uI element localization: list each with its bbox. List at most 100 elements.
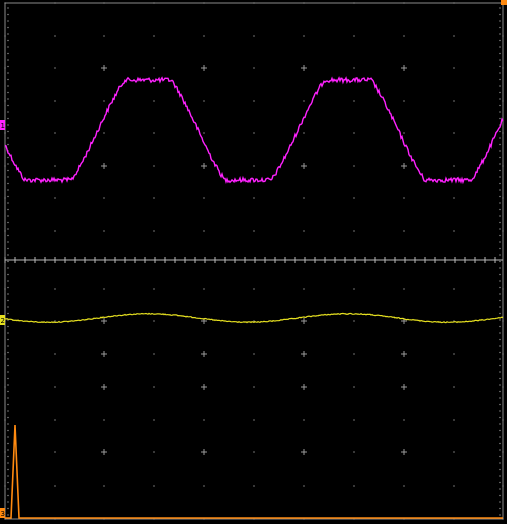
grid-dot: [153, 451, 155, 453]
grid-dot: [353, 132, 355, 134]
grid-dot: [499, 26, 501, 29]
grid-dot: [7, 462, 9, 464]
grid-dot: [54, 165, 56, 167]
grid-dot: [7, 208, 9, 211]
grid-dot: [499, 111, 501, 113]
grid-dot: [499, 65, 501, 68]
grid-dot: [7, 501, 9, 503]
grid-dot: [7, 390, 9, 393]
grid-dot: [7, 176, 9, 178]
grid-dot: [7, 241, 9, 243]
grid-dot: [453, 67, 455, 69]
grid-dot: [7, 397, 9, 399]
grid-dot: [502, 353, 504, 355]
grid-dot: [453, 2, 455, 4]
grid-dot: [7, 345, 9, 347]
grid-dot: [499, 33, 501, 35]
grid-dot: [499, 338, 501, 341]
grid-dot: [499, 494, 501, 497]
grid-dot: [499, 46, 501, 48]
ch3-marker[interactable]: 3: [0, 508, 5, 518]
grid-dot: [502, 320, 504, 322]
grid-dot: [7, 78, 9, 81]
grid-dot: [403, 230, 405, 232]
trigger-marker-icon[interactable]: [501, 0, 507, 5]
waveform-display: 1 2 3: [0, 0, 507, 524]
grid-dot: [7, 423, 9, 425]
grid-dot: [499, 319, 501, 321]
grid-dot: [7, 234, 9, 237]
grid-dot: [253, 353, 255, 355]
grid-dot: [153, 197, 155, 199]
grid-dot: [353, 67, 355, 69]
grid-dot: [103, 100, 105, 102]
grid-dot: [7, 416, 9, 419]
grid-dot: [153, 288, 155, 290]
grid-dot: [7, 514, 9, 516]
grid-dot: [499, 423, 501, 425]
grid-dot: [499, 390, 501, 393]
grid-dot: [303, 132, 305, 134]
grid-dot: [7, 156, 9, 159]
grid-dot: [453, 132, 455, 134]
grid-dot: [4, 100, 6, 102]
grid-dot: [499, 202, 501, 204]
grid-dot: [499, 39, 501, 42]
grid-dot: [4, 35, 6, 37]
grid-dot: [153, 35, 155, 37]
grid-dot: [7, 20, 9, 22]
oscilloscope-screen: 1 2 3: [0, 0, 507, 524]
grid-dot: [502, 197, 504, 199]
grid-dot: [7, 228, 9, 230]
grid-dot: [203, 132, 205, 134]
grid-dot: [499, 507, 501, 510]
grid-dot: [54, 485, 56, 487]
grid-dot: [499, 241, 501, 243]
grid-dot: [499, 293, 501, 295]
grid-dot: [153, 386, 155, 388]
grid-dot: [54, 197, 56, 199]
grid-dot: [7, 39, 9, 42]
grid-dot: [253, 386, 255, 388]
grid-dot: [453, 485, 455, 487]
grid-dot: [153, 132, 155, 134]
grid-dot: [502, 288, 504, 290]
grid-dot: [7, 364, 9, 367]
grid-dot: [499, 156, 501, 159]
grid-dot: [303, 2, 305, 4]
grid-dot: [253, 230, 255, 232]
ch2-marker[interactable]: 2: [0, 315, 5, 325]
grid-dot: [499, 416, 501, 419]
grid-dot: [7, 117, 9, 120]
grid-dot: [499, 78, 501, 81]
grid-dot: [7, 449, 9, 451]
grid-dot: [303, 100, 305, 102]
grid-dot: [499, 475, 501, 477]
grid-dot: [7, 130, 9, 133]
grid-dot: [7, 215, 9, 217]
grid-dot: [54, 419, 56, 421]
grid-dot: [7, 65, 9, 68]
grid-dot: [203, 419, 205, 421]
grid-dot: [353, 485, 355, 487]
grid-dot: [103, 2, 105, 4]
grid-dot: [7, 254, 9, 256]
grid-dot: [353, 197, 355, 199]
grid-dot: [7, 488, 9, 490]
grid-dot: [103, 288, 105, 290]
grid-dot: [103, 485, 105, 487]
grid-dot: [153, 165, 155, 167]
grid-dot: [499, 247, 501, 250]
grid-dot: [499, 228, 501, 230]
grid-dot: [7, 306, 9, 308]
grid-dot: [453, 353, 455, 355]
grid-dot: [502, 451, 504, 453]
grid-dot: [499, 195, 501, 198]
grid-dot: [153, 67, 155, 69]
grid-dot: [353, 320, 355, 322]
grid-dot: [203, 100, 205, 102]
grid-dot: [7, 143, 9, 146]
ch1-marker[interactable]: 1: [0, 120, 5, 130]
grid-dot: [54, 2, 56, 4]
grid-dot: [153, 419, 155, 421]
